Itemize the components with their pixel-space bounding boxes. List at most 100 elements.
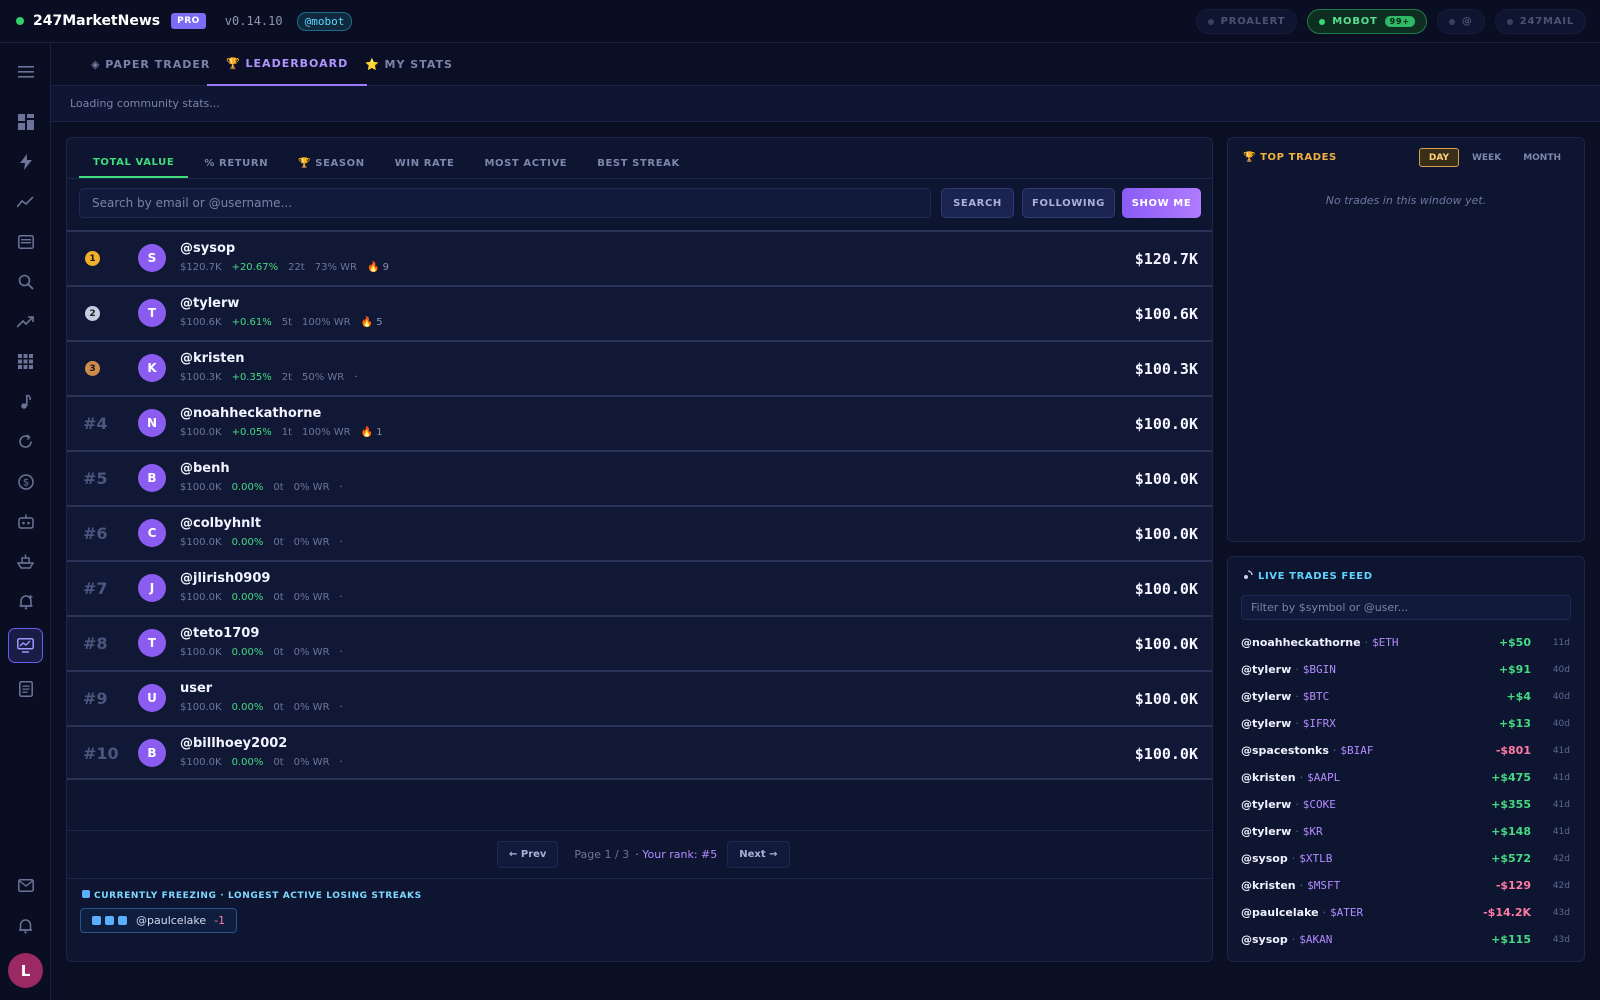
feed-symbol[interactable]: $ATER [1330,906,1363,919]
feed-symbol[interactable]: $BGIN [1303,663,1336,676]
tab-percent-return[interactable]: % RETURN [190,149,282,178]
brand-title[interactable]: 247MarketNews [33,13,160,29]
bell-icon[interactable] [8,908,43,943]
feed-row[interactable]: @tylerw · $BGIN +$91 40d [1228,656,1584,683]
feed-row[interactable]: @sysop ·$BIAF +$86 43d [1228,953,1584,961]
username[interactable]: @billhoey2002 [180,736,287,751]
feed-symbol[interactable]: $AKAN [1299,933,1332,946]
feed-user[interactable]: @spacestonks [1241,744,1329,757]
feed-row[interactable]: @kristen · $AAPL +$475 41d [1228,764,1584,791]
tab-leaderboard[interactable]: 🏆 LEADERBOARD [207,43,368,86]
leaderboard-row[interactable]: 2 T @tylerw $100.6K +0.61% 5t 100% WR 🔥 5 $100.6… [67,285,1212,340]
feed-symbol[interactable]: $IFRX [1303,717,1336,730]
feed-symbol[interactable]: $KR [1303,825,1323,838]
feed-symbol[interactable]: $ETH [1372,636,1399,649]
next-page-button[interactable]: Next → [727,841,790,868]
feed-row[interactable]: @spacestonks · $BIAF -$801 41d [1228,737,1584,764]
leaderboard-row[interactable]: #7 J @jlirish0909 $100.0K 0.00% 0t 0% WR · $100.… [67,560,1212,615]
feed-symbol[interactable]: $BTC [1303,690,1330,703]
feed-filter-input[interactable] [1241,595,1571,620]
feed-row[interactable]: @tylerw · $IFRX +$13 40d [1228,710,1584,737]
feed-user[interactable]: @tylerw [1241,798,1291,811]
username[interactable]: @tylerw [180,296,239,311]
leaderboard-row[interactable]: #10 B @billhoey2002 $100.0K 0.00% 0t 0% WR · $10… [67,725,1212,780]
feed-row[interactable]: @tylerw · $BTC +$4 40d [1228,683,1584,710]
username[interactable]: @colbyhnlt [180,516,261,531]
feed-symbol[interactable]: $MSFT [1307,879,1340,892]
username[interactable]: @kristen [180,351,245,366]
proalert-pill[interactable]: PROALERT [1195,9,1298,34]
following-button[interactable]: FOLLOWING [1022,188,1115,218]
monitor-chart-icon[interactable] [8,628,43,663]
leaderboard-row[interactable]: #5 B @benh $100.0K 0.00% 0t 0% WR · $100.0K [67,450,1212,505]
range-week[interactable]: WEEK [1463,148,1510,167]
dashboard-icon[interactable] [8,104,43,139]
feed-symbol[interactable]: $COKE [1303,798,1336,811]
tab-my-stats[interactable]: ⭐ MY STATS [346,43,472,86]
leaderboard-row[interactable]: 3 K @kristen $100.3K +0.35% 2t 50% WR · $100.3K [67,340,1212,395]
trending-up-icon[interactable] [8,304,43,339]
feed-user[interactable]: @kristen [1241,771,1296,784]
feed-symbol[interactable]: $AAPL [1307,771,1340,784]
feed-user[interactable]: @kristen [1241,879,1296,892]
search-button[interactable]: SEARCH [941,188,1014,218]
robot-icon[interactable] [8,504,43,539]
user-search-input[interactable] [79,188,931,218]
username[interactable]: @benh [180,461,230,476]
mobot-pill[interactable]: MOBOT 99+ [1307,9,1427,34]
user-handle-badge[interactable]: @mobot [296,11,353,31]
tab-total-value[interactable]: TOTAL VALUE [79,149,189,178]
mail-icon[interactable] [8,868,43,903]
bell-plus-icon[interactable] [8,584,43,619]
feed-row[interactable]: @kristen · $MSFT -$129 42d [1228,872,1584,899]
feed-symbol[interactable]: $BIAF [1340,744,1373,757]
tab-most-active[interactable]: MOST ACTIVE [470,149,581,178]
leaderboard-row[interactable]: #8 T @teto1709 $100.0K 0.00% 0t 0% WR · $100.0K [67,615,1212,670]
feed-user[interactable]: @tylerw [1241,825,1291,838]
feed-user[interactable]: @tylerw [1241,717,1291,730]
menu-icon[interactable] [8,54,43,89]
show-me-button[interactable]: SHOW ME [1122,188,1201,218]
at-pill[interactable]: @ [1436,9,1485,34]
dollar-icon[interactable]: $ [8,464,43,499]
leaderboard-row[interactable]: 1 S @sysop $120.7K +20.67% 22t 73% WR 🔥 9 $120.7… [67,230,1212,285]
document-icon[interactable] [8,671,43,706]
music-note-icon[interactable] [8,384,43,419]
feed-row[interactable]: @tylerw · $COKE +$355 41d [1228,791,1584,818]
feed-user[interactable]: @tylerw [1241,663,1291,676]
line-chart-icon[interactable] [8,184,43,219]
tab-paper-trader[interactable]: ◈ PAPER TRADER [72,43,229,86]
grid-icon[interactable] [8,344,43,379]
lightning-icon[interactable] [8,144,43,179]
ship-icon[interactable] [8,544,43,579]
tab-season[interactable]: 🏆 SEASON [284,149,379,178]
news-icon[interactable] [8,224,43,259]
range-day[interactable]: DAY [1418,148,1459,167]
feed-user[interactable]: @sysop [1241,852,1288,865]
user-avatar[interactable]: L [8,953,43,988]
feed-user[interactable]: @paulcelake [1241,906,1319,919]
tab-best-streak[interactable]: BEST STREAK [583,149,694,178]
range-month[interactable]: MONTH [1514,148,1570,167]
search-icon[interactable] [8,264,43,299]
prev-page-button[interactable]: ← Prev [497,841,559,868]
feed-row[interactable]: @tylerw · $KR +$148 41d [1228,818,1584,845]
your-rank-link[interactable]: · Your rank: #5 [635,848,717,861]
username[interactable]: @sysop [180,241,235,256]
feed-user[interactable]: @sysop [1241,960,1288,961]
feed-user[interactable]: @tylerw [1241,690,1291,703]
tab-win-rate[interactable]: WIN RATE [381,149,469,178]
username[interactable]: @teto1709 [180,626,259,641]
username[interactable]: user [180,681,212,696]
247mail-pill[interactable]: 247MAIL [1494,9,1586,34]
leaderboard-row[interactable]: #4 N @noahheckathorne $100.0K +0.05% 1t 100% W… [67,395,1212,450]
feed-user[interactable]: @sysop [1241,933,1288,946]
feed-symbol[interactable]: $XTLB [1299,852,1332,865]
username[interactable]: @jlirish0909 [180,571,270,586]
leaderboard-row[interactable]: #9 Uuser $100.0K 0.00% 0t 0% WR · $100.0K [67,670,1212,725]
freezing-user-chip[interactable]: @paulcelake -1 [80,908,238,933]
feed-user[interactable]: @noahheckathorne [1241,636,1361,649]
username[interactable]: @noahheckathorne [180,406,321,421]
feed-symbol[interactable]: $BIAF [1299,960,1332,961]
feed-row[interactable]: @noahheckathorne · $ETH +$50 11d [1228,629,1584,656]
